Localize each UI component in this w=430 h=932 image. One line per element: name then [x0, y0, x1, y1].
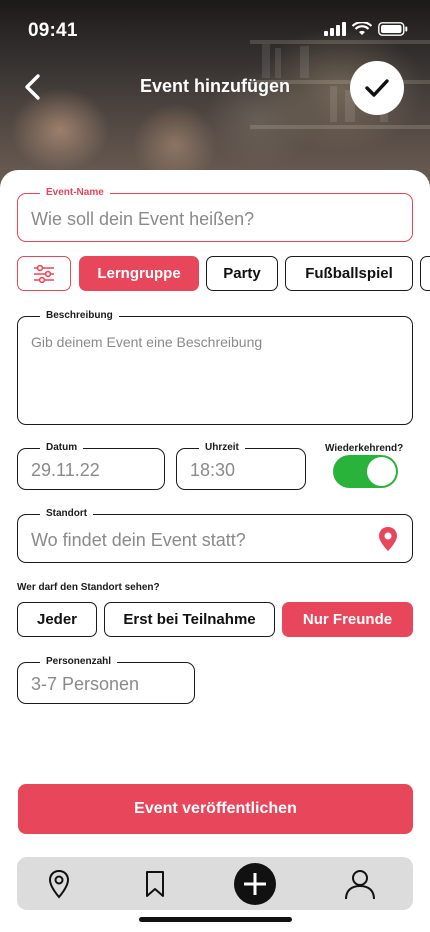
- location-pin-icon[interactable]: [378, 526, 398, 552]
- date-value: 29.11.22: [31, 460, 100, 480]
- visibility-option-erst-bei-teilnahme[interactable]: Erst bei Teilnahme: [104, 602, 275, 637]
- category-chip-more[interactable]: [420, 256, 430, 291]
- location-placeholder: Wo findet dein Event statt?: [31, 530, 246, 550]
- event-name-label: Event-Name: [40, 186, 110, 200]
- battery-icon: [378, 22, 408, 36]
- publish-button[interactable]: Event veröffentlichen: [18, 784, 413, 834]
- time-field[interactable]: Uhrzeit 18:30: [176, 441, 306, 490]
- home-indicator: [139, 917, 292, 922]
- people-count-field[interactable]: Personenzahl 3-7 Personen: [17, 655, 195, 704]
- wifi-icon: [352, 22, 372, 35]
- people-count-placeholder: 3-7 Personen: [31, 674, 140, 694]
- tab-profile[interactable]: [330, 857, 390, 910]
- tab-map[interactable]: [29, 857, 89, 910]
- status-time: 09:41: [28, 20, 78, 41]
- category-chip-lerngruppe[interactable]: Lerngruppe: [79, 256, 199, 291]
- event-name-placeholder: Wie soll dein Event heißen?: [31, 209, 255, 229]
- bookmark-icon: [146, 870, 164, 897]
- tab-bookmarks[interactable]: [125, 857, 185, 910]
- status-bar: 09:41: [0, 0, 430, 60]
- confirm-button[interactable]: [350, 61, 404, 115]
- time-label: Uhrzeit: [199, 441, 245, 455]
- visibility-option-jeder[interactable]: Jeder: [17, 602, 97, 637]
- add-icon: [234, 862, 276, 905]
- recurring-toggle[interactable]: [333, 455, 398, 488]
- category-chip-party[interactable]: Party: [206, 256, 278, 291]
- location-label: Standort: [40, 507, 94, 521]
- profile-icon: [345, 869, 375, 899]
- sliders-icon: [34, 264, 54, 283]
- time-value: 18:30: [190, 460, 236, 480]
- description-field[interactable]: Beschreibung Gib deinem Event eine Besch…: [17, 309, 413, 425]
- tab-add[interactable]: [225, 857, 285, 910]
- date-field[interactable]: Datum 29.11.22: [17, 441, 165, 490]
- filter-button[interactable]: [17, 256, 71, 291]
- checkmark-icon: [365, 79, 389, 97]
- visibility-question: Wer darf den Standort sehen?: [17, 582, 160, 593]
- cellular-signal-icon: [324, 22, 346, 36]
- people-count-label: Personenzahl: [40, 655, 118, 669]
- description-placeholder: Gib deinem Event eine Beschreibung: [31, 334, 263, 350]
- category-chip-fussballspiel[interactable]: Fußballspiel: [285, 256, 413, 291]
- visibility-option-nur-freunde[interactable]: Nur Freunde: [282, 602, 413, 637]
- description-label: Beschreibung: [40, 309, 119, 323]
- location-field[interactable]: Standort Wo findet dein Event statt?: [17, 507, 413, 563]
- toggle-knob: [367, 457, 396, 486]
- date-label: Datum: [40, 441, 84, 455]
- map-pin-icon: [48, 869, 70, 898]
- event-name-field[interactable]: Event-Name Wie soll dein Event heißen?: [17, 186, 413, 242]
- recurring-label: Wiederkehrend?: [325, 443, 404, 454]
- tab-bar: [17, 857, 413, 910]
